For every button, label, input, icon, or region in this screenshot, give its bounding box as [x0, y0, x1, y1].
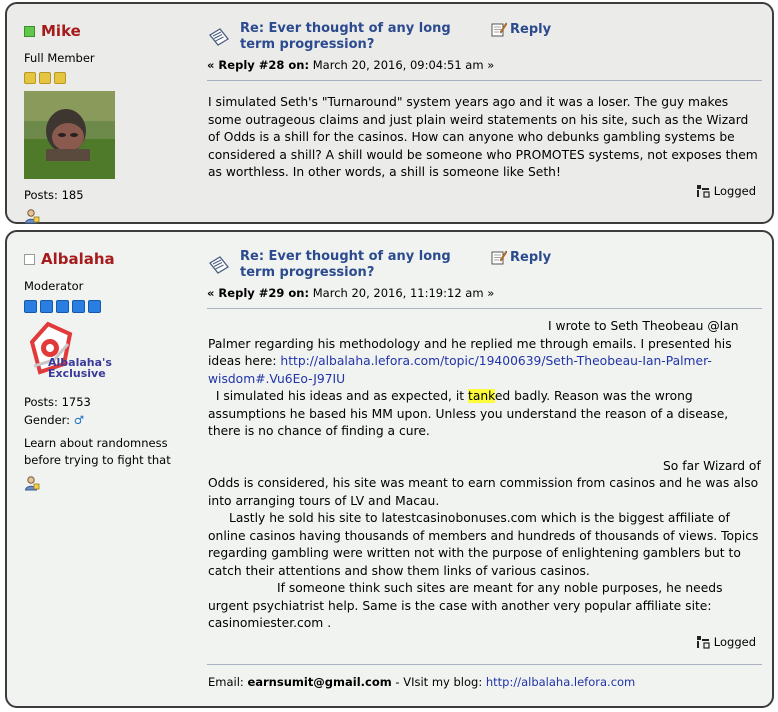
username-link[interactable]: Albalaha — [41, 250, 115, 268]
reply-label: Reply — [510, 249, 552, 265]
gender-label: Gender: — [24, 413, 71, 427]
post-topic-icon — [209, 256, 229, 274]
star-icon — [24, 72, 36, 84]
post-body-paragraph: If someone think such sites are meant fo… — [208, 581, 723, 630]
sig-blog-label: - VIsit my blog: — [391, 675, 486, 689]
logged-status: Logged — [696, 184, 756, 198]
post-body-paragraph: I wrote to Seth Theobeau @Ian Palmer reg… — [208, 318, 763, 388]
post-meta: « Reply #29 on: March 20, 2016, 11:19:12… — [207, 286, 494, 300]
post-28: Mike Full Member Posts: 185 Re: Ever tho… — [5, 2, 774, 224]
ip-logged-icon — [696, 185, 710, 198]
sig-email-label: Email: — [208, 675, 248, 689]
reply-button[interactable]: Reply — [491, 249, 551, 265]
username-link[interactable]: Mike — [41, 22, 81, 40]
star-icon — [54, 72, 66, 84]
star-icon — [39, 72, 51, 84]
post-body-paragraph: I simulated his ideas and as expected, i… — [208, 388, 763, 441]
star-icon — [88, 300, 101, 313]
post-subject-link[interactable]: Re: Ever thought of any long term progre… — [240, 249, 490, 281]
post-subject-link[interactable]: Re: Ever thought of any long term progre… — [240, 21, 490, 53]
post-body-paragraph: Lastly he sold his site to latestcasinob… — [208, 511, 759, 578]
star-icon — [40, 300, 53, 313]
logged-label: Logged — [713, 635, 756, 649]
sig-blog-link[interactable]: http://albalaha.lefora.com — [486, 675, 635, 689]
body-text: I simulated his ideas and as expected, i… — [208, 389, 468, 403]
header-divider — [207, 80, 762, 81]
signature-divider — [207, 664, 762, 665]
member-rank: Moderator — [24, 279, 84, 293]
poster-info: Albalaha Moderator Albalaha's Exclusive … — [24, 250, 194, 491]
star-icon — [72, 300, 85, 313]
post-count: Posts: 1753 — [24, 395, 91, 409]
post-meta: « Reply #28 on: March 20, 2016, 09:04:51… — [207, 58, 494, 72]
sig-email: earnsumit@gmail.com — [247, 675, 392, 689]
member-rank: Full Member — [24, 51, 95, 65]
poster-info: Mike Full Member Posts: 185 — [24, 22, 194, 224]
avatar: Albalaha's Exclusive — [24, 320, 119, 386]
reply-number: « Reply #29 on: — [207, 286, 310, 300]
avatar — [24, 91, 115, 179]
profile-icon[interactable] — [24, 475, 40, 491]
personal-text: Learn about randomness before trying to … — [24, 436, 171, 467]
post-29: Albalaha Moderator Albalaha's Exclusive … — [5, 230, 774, 708]
post-date: March 20, 2016, 09:04:51 am » — [309, 58, 495, 72]
gender-row: Gender: ♂ — [24, 413, 194, 427]
star-icon — [56, 300, 69, 313]
offline-status-icon — [24, 253, 35, 265]
quote-reply-icon — [491, 250, 507, 265]
online-status-icon — [24, 25, 35, 37]
logged-status: Logged — [696, 635, 756, 649]
avatar-text-line2: Exclusive — [48, 367, 106, 380]
signature: Email: earnsumit@gmail.com - VIsit my bl… — [208, 675, 635, 689]
post-date: March 20, 2016, 11:19:12 am » — [309, 286, 495, 300]
quote-reply-icon — [491, 22, 507, 37]
post-count: Posts: 185 — [24, 188, 84, 202]
post-topic-icon — [209, 28, 229, 46]
post-body-paragraph: I simulated Seth's "Turnaround" system y… — [208, 95, 758, 179]
post-body-paragraph: So far Wizard of Odds is considered, his… — [208, 458, 761, 508]
reply-number: « Reply #28 on: — [207, 58, 310, 72]
highlighted-text: tank — [468, 389, 495, 403]
profile-icon[interactable] — [24, 208, 40, 224]
reply-label: Reply — [510, 21, 552, 37]
rank-stars — [24, 300, 194, 313]
post-body: I simulated Seth's "Turnaround" system y… — [208, 94, 763, 182]
ip-logged-icon — [696, 636, 710, 649]
reply-button[interactable]: Reply — [491, 21, 551, 37]
rank-stars — [24, 72, 194, 84]
post-body: I wrote to Seth Theobeau @Ian Palmer reg… — [208, 318, 763, 633]
star-icon — [24, 300, 37, 313]
body-link[interactable]: http://albalaha.lefora.com/topic/1940063… — [208, 354, 712, 386]
male-icon: ♂ — [73, 413, 85, 427]
header-divider — [207, 308, 762, 309]
logged-label: Logged — [713, 184, 756, 198]
